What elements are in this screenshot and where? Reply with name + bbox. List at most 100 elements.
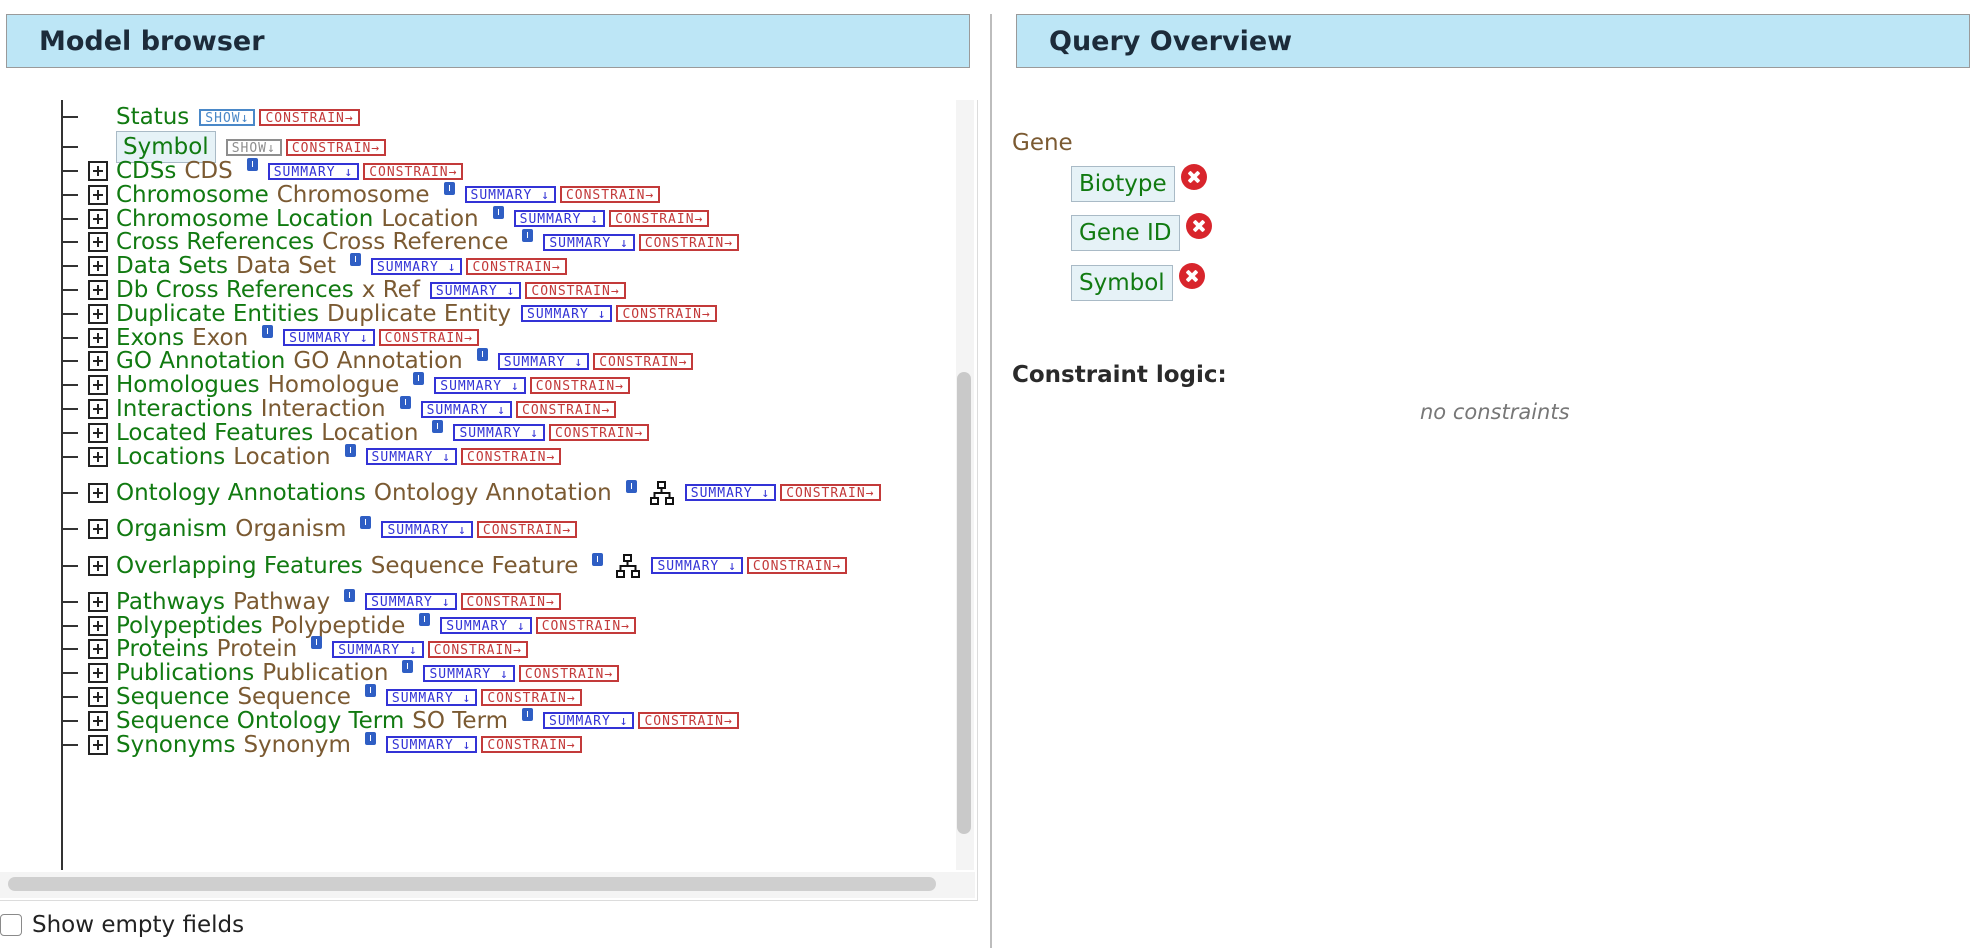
reference-name[interactable]: Locations [116,444,225,470]
info-icon[interactable] [311,636,323,650]
plus-box-icon[interactable] [88,232,108,253]
plus-box-icon[interactable] [88,280,108,300]
info-icon[interactable] [402,660,414,674]
hierarchy-icon[interactable] [615,553,641,579]
plus-box-icon[interactable] [88,351,108,372]
hierarchy-icon[interactable] [649,480,675,506]
info-icon[interactable] [443,181,455,195]
plus-box-icon[interactable] [88,663,108,684]
constrain-button[interactable]: CONSTRAIN→ [559,186,661,204]
constrain-button[interactable]: CONSTRAIN→ [529,376,630,394]
plus-box-icon[interactable] [88,161,108,181]
summary-button[interactable]: SUMMARY ↓ [453,424,545,442]
info-icon[interactable] [399,396,411,409]
attribute-name[interactable]: Status [116,104,189,130]
plus-box-icon[interactable] [88,687,108,707]
plus-box-icon[interactable] [88,710,108,731]
remove-circle-icon[interactable] [1178,263,1205,289]
summary-button[interactable]: SUMMARY ↓ [543,712,635,730]
constrain-button[interactable]: CONSTRAIN→ [476,520,578,538]
constrain-button[interactable]: CONSTRAIN→ [518,664,620,682]
summary-button[interactable]: SUMMARY ↓ [513,210,606,228]
summary-button[interactable]: SUMMARY ↓ [385,688,478,706]
vertical-scrollbar-thumb[interactable] [957,372,971,834]
info-icon[interactable] [413,372,425,386]
plus-box-icon[interactable] [88,303,108,324]
constrain-button[interactable]: CONSTRAIN→ [461,448,562,466]
remove-circle-icon[interactable] [1185,213,1212,239]
show-button[interactable]: SHOW↓ [199,108,256,126]
plus-box-icon[interactable] [88,734,108,755]
constrain-button[interactable]: CONSTRAIN→ [259,108,360,126]
constrain-button[interactable]: CONSTRAIN→ [427,640,528,658]
info-icon[interactable] [262,324,274,338]
constrain-button[interactable]: CONSTRAIN→ [535,617,636,635]
summary-button[interactable]: SUMMARY ↓ [464,186,556,204]
horizontal-scrollbar-thumb[interactable] [8,877,936,891]
summary-button[interactable]: SUMMARY ↓ [423,664,515,682]
info-icon[interactable] [522,229,534,243]
info-icon[interactable] [364,684,376,697]
summary-button[interactable]: SUMMARY ↓ [543,233,635,251]
summary-button[interactable]: SUMMARY ↓ [283,329,375,347]
plus-box-icon[interactable] [88,519,108,540]
summary-button[interactable]: SUMMARY ↓ [365,593,457,611]
info-icon[interactable] [344,443,356,457]
summary-button[interactable]: SUMMARY ↓ [521,305,613,323]
show-empty-fields-checkbox[interactable] [0,914,22,936]
plus-box-icon[interactable] [88,446,108,467]
constrain-button[interactable]: CONSTRAIN→ [780,484,881,502]
info-icon[interactable] [625,479,637,493]
reference-name[interactable]: Organism [116,516,227,542]
constrain-button[interactable]: CONSTRAIN→ [593,352,694,370]
summary-button[interactable]: SUMMARY ↓ [440,617,532,635]
constrain-button[interactable]: CONSTRAIN→ [616,305,717,323]
summary-button[interactable]: SUMMARY ↓ [497,352,590,370]
summary-button[interactable]: SUMMARY ↓ [385,736,478,754]
info-icon[interactable] [246,158,258,171]
constrain-button[interactable]: CONSTRAIN→ [481,688,582,706]
reference-name[interactable]: Overlapping Features [116,553,363,579]
summary-button[interactable]: SUMMARY ↓ [370,257,463,275]
constrain-button[interactable]: CONSTRAIN→ [516,400,617,418]
plus-box-icon[interactable] [88,422,108,443]
query-view-field[interactable]: Gene ID [1071,215,1180,251]
constrain-button[interactable]: CONSTRAIN→ [638,712,739,730]
show-button[interactable]: SHOW↓ [225,138,282,156]
constrain-button[interactable]: CONSTRAIN→ [746,557,848,574]
summary-button[interactable]: SUMMARY ↓ [332,640,424,658]
constrain-button[interactable]: CONSTRAIN→ [548,424,650,442]
summary-button[interactable]: SUMMARY ↓ [381,520,473,538]
summary-button[interactable]: SUMMARY ↓ [420,400,513,418]
constrain-button[interactable]: CONSTRAIN→ [466,257,567,275]
summary-button[interactable]: SUMMARY ↓ [365,448,457,466]
constrain-button[interactable]: CONSTRAIN→ [378,329,479,347]
reference-name[interactable]: Ontology Annotations [116,480,366,506]
show-empty-fields[interactable]: Show empty fields [0,912,244,938]
plus-box-icon[interactable] [88,327,108,348]
constrain-button[interactable]: CONSTRAIN→ [609,210,710,228]
info-icon[interactable] [592,552,604,566]
info-icon[interactable] [349,253,361,267]
plus-box-icon[interactable] [88,482,108,503]
plus-box-icon[interactable] [88,555,108,576]
summary-button[interactable]: SUMMARY ↓ [684,484,777,502]
constrain-button[interactable]: CONSTRAIN→ [638,233,740,251]
info-icon[interactable] [344,588,356,602]
plus-box-icon[interactable] [88,184,108,205]
constrain-button[interactable]: CONSTRAIN→ [363,162,464,180]
info-icon[interactable] [492,205,504,219]
plus-box-icon[interactable] [88,639,108,660]
plus-box-icon[interactable] [88,591,108,612]
constrain-button[interactable]: CONSTRAIN→ [285,138,387,156]
plus-box-icon[interactable] [88,615,108,636]
info-icon[interactable] [476,348,488,362]
remove-circle-icon[interactable] [1180,164,1207,190]
reference-name[interactable]: Synonyms [116,732,235,758]
constrain-button[interactable]: CONSTRAIN→ [525,281,626,299]
plus-box-icon[interactable] [88,256,108,277]
constrain-button[interactable]: CONSTRAIN→ [460,593,561,611]
summary-button[interactable]: SUMMARY ↓ [429,281,522,299]
info-icon[interactable] [360,516,372,530]
info-icon[interactable] [419,612,431,626]
